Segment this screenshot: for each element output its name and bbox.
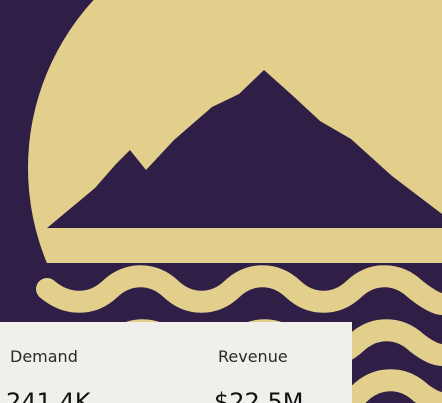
stats-card: Demand 241.4K Revenue $22.5M: [0, 322, 352, 403]
revenue-value: $22.5M: [214, 388, 304, 403]
revenue-label: Revenue: [218, 347, 288, 366]
demand-value: 241.4K: [6, 388, 91, 403]
wave-line-1: [36, 265, 442, 315]
demand-label: Demand: [10, 347, 78, 366]
